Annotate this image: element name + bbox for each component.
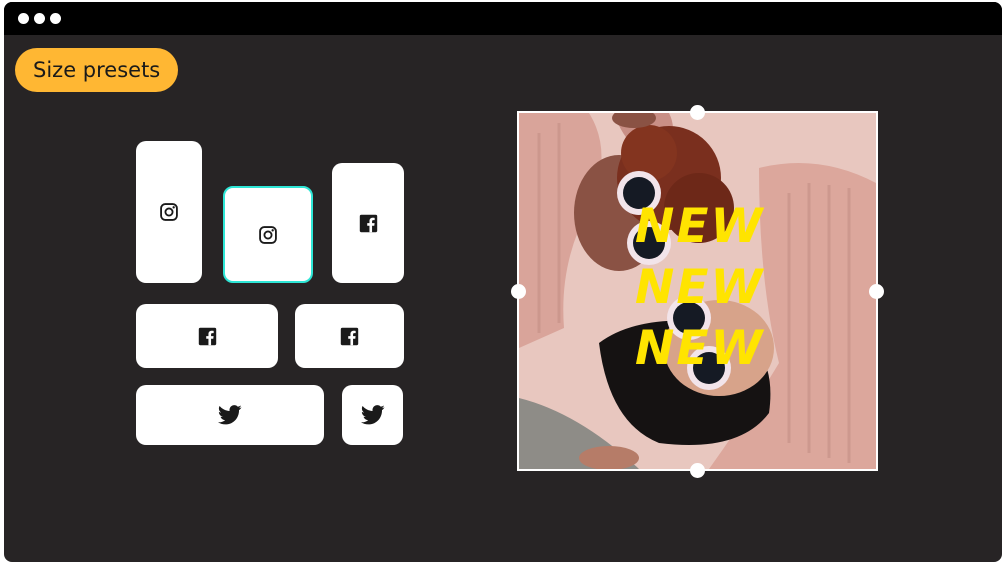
preset-facebook-post[interactable]: [295, 304, 404, 368]
headline-overlay[interactable]: NEW NEW NEW: [635, 196, 795, 379]
preset-instagram-story[interactable]: [136, 141, 202, 283]
facebook-icon: [340, 327, 359, 346]
app-window: Size presets NEW NEW NEW: [4, 2, 1002, 562]
facebook-icon: [359, 214, 378, 233]
design-canvas[interactable]: NEW NEW NEW: [517, 111, 878, 471]
resize-handle-bottom[interactable]: [690, 463, 705, 478]
twitter-icon: [360, 405, 385, 425]
facebook-icon: [198, 327, 217, 346]
headline-line: NEW: [635, 260, 765, 315]
title-bar: [4, 2, 1002, 35]
resize-handle-top[interactable]: [690, 105, 705, 120]
preset-facebook-cover[interactable]: [136, 304, 278, 368]
headline-line: NEW: [635, 199, 765, 254]
preset-twitter-post[interactable]: [342, 385, 403, 445]
window-control-dot[interactable]: [18, 13, 29, 24]
size-presets-badge: Size presets: [15, 48, 179, 92]
window-control-dot[interactable]: [34, 13, 45, 24]
resize-handle-left[interactable]: [511, 284, 526, 299]
instagram-icon: [258, 225, 278, 245]
preset-facebook-story[interactable]: [332, 163, 404, 283]
twitter-icon: [218, 405, 242, 425]
preset-instagram-post[interactable]: [223, 186, 313, 283]
preset-twitter-header[interactable]: [136, 385, 324, 445]
window-control-dot[interactable]: [50, 13, 61, 24]
headline-line: NEW: [635, 321, 765, 376]
resize-handle-right[interactable]: [869, 284, 884, 299]
instagram-icon: [159, 202, 179, 222]
